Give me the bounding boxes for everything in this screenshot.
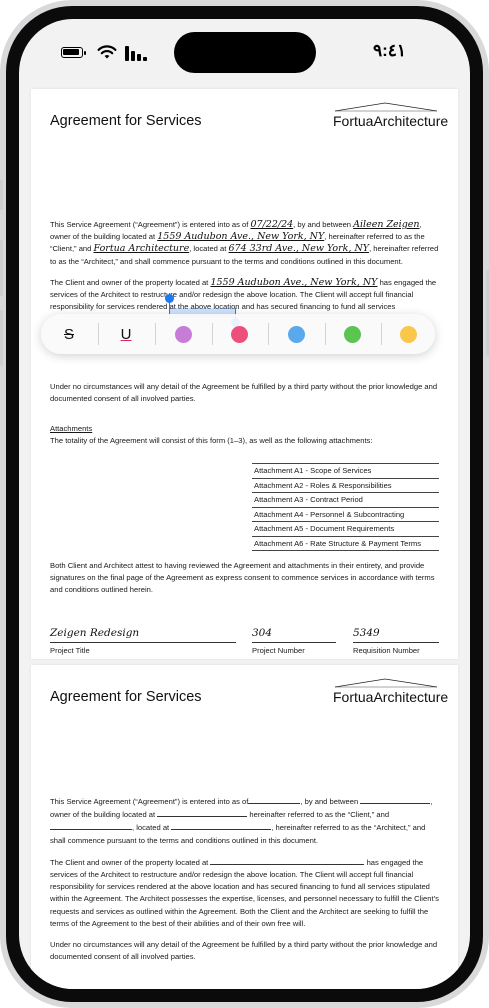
building-address-blank[interactable] (157, 808, 248, 818)
highlight-blue-button[interactable] (271, 314, 321, 354)
project-title-value[interactable]: Zeigen Redesign (50, 627, 139, 639)
screen: ٩:٤١ Agreement for Services FortuaArchit… (19, 19, 470, 989)
building-address-field[interactable]: 1559 Audubon Ave., New York, NY (157, 231, 324, 242)
architect-address-field[interactable]: 674 33rd Ave., New York, NY (228, 243, 369, 254)
client-blank[interactable] (360, 795, 431, 804)
property-address-blank[interactable] (210, 856, 365, 865)
attestation-paragraph: Both Client and Architect attest to havi… (50, 561, 435, 595)
blue-color-swatch (287, 325, 305, 343)
logo-roof-icon (334, 102, 438, 112)
attachment-item: Attachment A4 - Personnel & Subcontracti… (252, 506, 439, 522)
attachment-item: Attachment A2 - Roles & Responsibilities (252, 477, 439, 493)
agreement-body: This Service Agreement (“Agreement”) is … (50, 219, 440, 322)
third-party-paragraph: Under no circumstances will any detail o… (50, 382, 438, 404)
attachment-item: Attachment A3 - Contract Period (252, 492, 439, 507)
cellular-signal-icon (125, 45, 147, 61)
engagement-paragraph: The Client and owner of the property loc… (50, 276, 437, 312)
engagement-paragraph: The Client and owner of the property loc… (50, 856, 439, 928)
logo-roof-icon (334, 678, 438, 688)
date-field[interactable]: 07/22/24 (251, 219, 294, 230)
document-page-1[interactable]: Agreement for Services FortuaArchitectur… (31, 89, 458, 659)
third-party-paragraph: Under no circumstances will any detail o… (50, 940, 438, 962)
volume-up-button (0, 240, 3, 296)
project-title-label: Project Title (50, 646, 90, 655)
project-number-label: Project Number (252, 646, 305, 655)
wifi-icon (97, 45, 117, 59)
highlight-pink-button[interactable] (214, 314, 264, 354)
green-color-swatch (343, 325, 361, 343)
intro-paragraph: This Service Agreement (“Agreement”) is … (50, 219, 439, 266)
phone-frame: ٩:٤١ Agreement for Services FortuaArchit… (0, 0, 489, 1008)
architect-name-field[interactable]: Fortua Architecture (94, 243, 190, 254)
selection-start-handle[interactable] (165, 294, 174, 303)
requisition-number-label: Requisition Number (353, 646, 420, 655)
agreement-body: This Service Agreement (“Agreement”) is … (50, 795, 440, 972)
strikethrough-button[interactable]: S (44, 314, 94, 354)
attachment-item: Attachment A5 - Document Requirements (252, 521, 439, 536)
highlight-yellow-button[interactable] (383, 314, 433, 354)
highlight-purple-button[interactable] (158, 314, 208, 354)
highlight-green-button[interactable] (327, 314, 377, 354)
underline-button[interactable]: U (101, 314, 151, 354)
document-page-2[interactable]: Agreement for Services FortuaArchitectur… (31, 665, 458, 989)
purple-color-swatch (174, 325, 192, 343)
yellow-color-swatch (399, 325, 417, 343)
status-time: ٩:٤١ (373, 41, 407, 60)
project-number-value[interactable]: 304 (252, 627, 272, 639)
attachments-heading: Attachments (50, 424, 93, 433)
status-bar: ٩:٤١ (19, 19, 470, 81)
project-title-line (50, 642, 236, 643)
project-number-line (252, 642, 336, 643)
volume-down-button (0, 310, 3, 366)
client-name-field[interactable]: Aileen Zeigen (353, 219, 419, 230)
attachment-item: Attachment A1 - Scope of Services (252, 463, 439, 478)
phone-bezel: ٩:٤١ Agreement for Services FortuaArchit… (6, 6, 483, 1002)
page-title: Agreement for Services (50, 689, 202, 705)
markup-toolbar: S U (41, 314, 435, 354)
architect-blank[interactable] (50, 821, 132, 831)
attachments-intro: The totality of the Agreement will consi… (50, 436, 373, 445)
date-blank[interactable] (248, 795, 301, 804)
action-button (0, 180, 3, 210)
page-title: Agreement for Services (50, 113, 202, 129)
company-logo: FortuaArchitecture (333, 113, 449, 129)
requisition-number-value[interactable]: 5349 (353, 627, 380, 639)
requisition-number-line (353, 642, 439, 643)
dynamic-island (174, 32, 316, 73)
property-address-field[interactable]: 1559 Audubon Ave., New York, NY (210, 277, 377, 288)
attachments-list: Attachment A1 - Scope of Services Attach… (252, 463, 439, 551)
intro-paragraph: This Service Agreement (“Agreement”) is … (50, 795, 433, 845)
attachment-item: Attachment A6 - Rate Structure & Payment… (252, 535, 439, 551)
battery-icon (61, 47, 86, 58)
architect-address-blank[interactable] (171, 821, 272, 831)
company-logo: FortuaArchitecture (333, 689, 449, 705)
pink-color-swatch (230, 325, 248, 343)
